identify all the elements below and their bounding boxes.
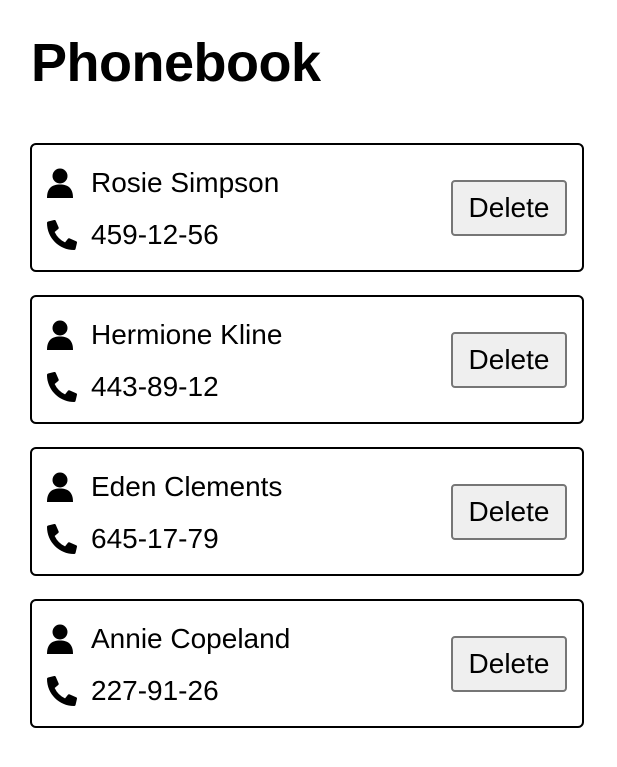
contact-number: 227-91-26 — [91, 675, 219, 706]
contact-card: Annie Copeland 227-91-26 Delete — [30, 599, 584, 728]
contact-name: Rosie Simpson — [91, 167, 280, 198]
delete-button[interactable]: Delete — [451, 636, 567, 692]
contact-name: Eden Clements — [91, 471, 283, 502]
delete-button[interactable]: Delete — [451, 180, 567, 236]
user-icon — [47, 319, 77, 351]
contact-phone-row: 443-89-12 — [47, 367, 219, 407]
page-title: Phonebook — [31, 33, 321, 93]
contact-number: 443-89-12 — [91, 371, 219, 402]
contact-number: 645-17-79 — [91, 523, 219, 554]
contact-number: 459-12-56 — [91, 219, 219, 250]
contact-card: Eden Clements 645-17-79 Delete — [30, 447, 584, 576]
user-icon — [47, 471, 77, 503]
user-icon — [47, 167, 77, 199]
contact-name: Annie Copeland — [91, 623, 291, 654]
contact-phone-row: 645-17-79 — [47, 519, 219, 559]
contact-card: Hermione Kline 443-89-12 Delete — [30, 295, 584, 424]
contact-name-row: Hermione Kline — [47, 315, 282, 355]
phone-icon — [47, 371, 77, 403]
contact-list: Rosie Simpson 459-12-56 Delete Hermione … — [30, 143, 584, 751]
phone-icon — [47, 675, 77, 707]
phone-icon — [47, 219, 77, 251]
delete-button[interactable]: Delete — [451, 484, 567, 540]
contact-name: Hermione Kline — [91, 319, 283, 350]
contact-phone-row: 227-91-26 — [47, 671, 219, 711]
contact-name-row: Annie Copeland — [47, 619, 290, 659]
contact-phone-row: 459-12-56 — [47, 215, 219, 255]
contact-name-row: Rosie Simpson — [47, 163, 279, 203]
contact-name-row: Eden Clements — [47, 467, 282, 507]
contact-card: Rosie Simpson 459-12-56 Delete — [30, 143, 584, 272]
phone-icon — [47, 523, 77, 555]
delete-button[interactable]: Delete — [451, 332, 567, 388]
user-icon — [47, 623, 77, 655]
